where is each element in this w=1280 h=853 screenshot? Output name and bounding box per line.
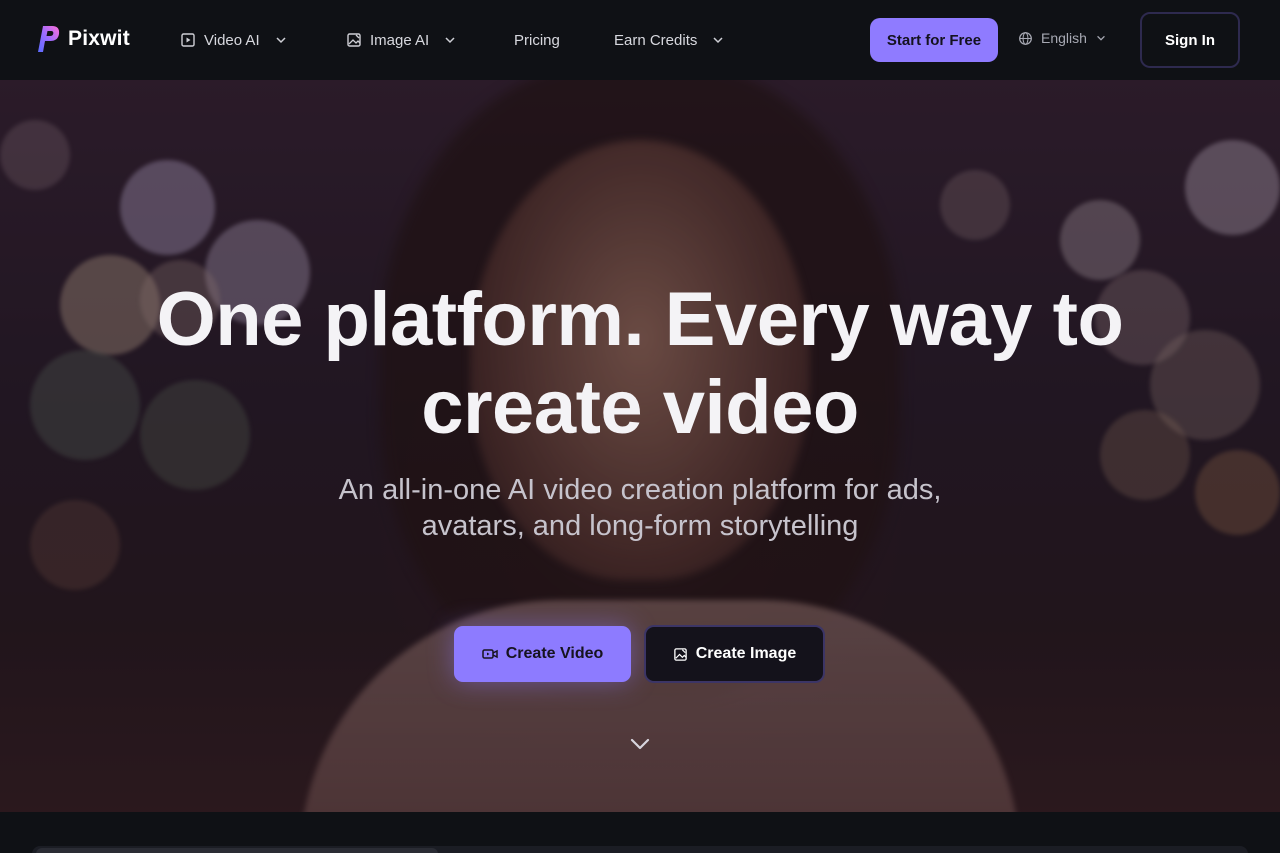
video-play-icon: [181, 33, 195, 47]
sign-in-button[interactable]: Sign In: [1140, 12, 1240, 68]
hero-headline: One platform. Every way to create video: [140, 276, 1140, 452]
image-edit-icon: [673, 647, 687, 661]
headline-line-2: create video: [421, 365, 859, 450]
video-camera-icon: [481, 649, 498, 659]
create-video-button[interactable]: Create Video: [454, 626, 631, 682]
start-for-free-button[interactable]: Start for Free: [870, 18, 998, 62]
chevron-down-icon[interactable]: [628, 732, 652, 756]
chevron-down-icon: [445, 37, 455, 44]
subline-line-2: avatars, and long-form storytelling: [421, 510, 859, 542]
create-image-label: Create Image: [695, 645, 797, 662]
globe-icon: [1019, 31, 1032, 45]
chevron-down-icon: [276, 37, 286, 44]
language-label: English: [1041, 30, 1087, 46]
brand-logo[interactable]: Pixwit: [32, 24, 130, 54]
brand-name: Pixwit: [68, 27, 130, 50]
content-tab-edge: [36, 848, 438, 853]
next-section-edge: [0, 812, 1280, 853]
hero-section: One platform. Every way to create video …: [0, 80, 1280, 812]
hero-subheadline: An all-in-one AI video creation platform…: [260, 472, 1020, 544]
nav-earn-credits[interactable]: Earn Credits: [614, 28, 725, 52]
nav-pricing[interactable]: Pricing: [514, 28, 560, 52]
nav-video-ai-label: Video AI: [204, 31, 260, 49]
create-video-label: Create Video: [505, 645, 604, 662]
nav-image-ai[interactable]: Image AI: [346, 28, 457, 52]
nav-video-ai[interactable]: Video AI: [180, 28, 288, 52]
nav-image-ai-label: Image AI: [370, 31, 430, 49]
pixwit-logo-icon: [38, 26, 60, 52]
top-navbar: Pixwit Video AI Image AI Pricing Earn Cr…: [0, 0, 1280, 80]
headline-line-1: One platform. Every way to: [156, 277, 1124, 362]
nav-earn-credits-label: Earn Credits: [614, 31, 698, 49]
language-selector[interactable]: English: [1018, 30, 1107, 46]
image-edit-icon: [347, 33, 361, 47]
nav-pricing-label: Pricing: [514, 31, 560, 49]
chevron-down-icon: [713, 37, 723, 44]
create-image-button[interactable]: Create Image: [644, 625, 825, 683]
chevron-down-icon: [1097, 35, 1105, 41]
subline-line-1: An all-in-one AI video creation platform…: [338, 474, 942, 506]
